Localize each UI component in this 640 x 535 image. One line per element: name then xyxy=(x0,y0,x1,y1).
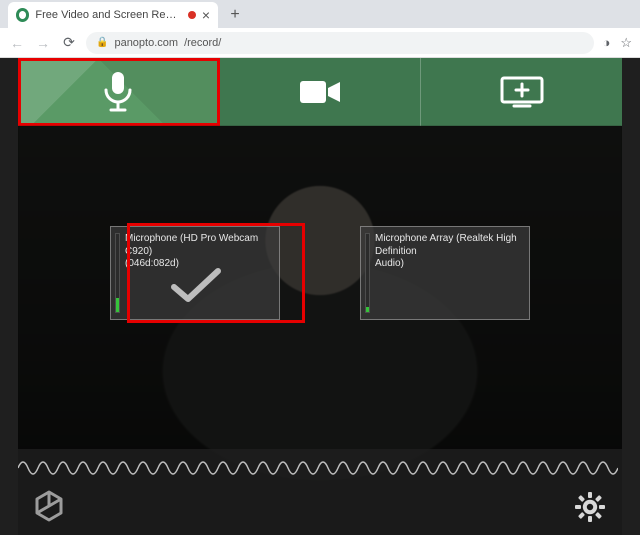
tab-strip: Free Video and Screen Reco… × + xyxy=(0,0,640,28)
recorder-app: Microphone (HD Pro Webcam C920) (046d:08… xyxy=(18,58,622,535)
browser-tab-active[interactable]: Free Video and Screen Reco… × xyxy=(8,2,218,28)
tab-favicon xyxy=(16,8,29,22)
tab-video[interactable] xyxy=(219,58,421,126)
settings-button[interactable] xyxy=(574,491,606,523)
bookmark-star-icon[interactable]: ☆ xyxy=(620,35,632,51)
audio-device-list: Microphone (HD Pro Webcam C920) (046d:08… xyxy=(18,226,622,320)
panopto-logo-icon xyxy=(32,489,66,523)
gear-icon xyxy=(574,491,606,523)
tab-title: Free Video and Screen Reco… xyxy=(35,9,181,21)
nav-reload-button[interactable]: ⟳ xyxy=(60,34,78,51)
audio-device-label: Microphone Array (Realtek High Definitio… xyxy=(375,233,521,271)
source-tabs xyxy=(18,58,622,126)
add-screen-icon xyxy=(499,75,545,109)
browser-chrome: Free Video and Screen Reco… × + ← → ⟳ 🔒 … xyxy=(0,0,640,58)
selected-check-icon xyxy=(166,265,226,305)
url-field[interactable]: 🔒 panopto.com/record/ xyxy=(86,32,594,54)
video-camera-icon xyxy=(298,77,342,107)
close-tab-icon[interactable]: × xyxy=(202,8,210,22)
lock-icon: 🔒 xyxy=(96,37,108,48)
stage: Microphone (HD Pro Webcam C920) (046d:08… xyxy=(18,126,622,535)
audio-device-card[interactable]: Microphone (HD Pro Webcam C920) (046d:08… xyxy=(110,226,280,320)
viewport: Microphone (HD Pro Webcam C920) (046d:08… xyxy=(0,58,640,535)
microphone-icon xyxy=(101,70,135,114)
url-host: panopto.com xyxy=(114,37,178,49)
audio-waveform xyxy=(18,453,618,483)
tab-audio[interactable] xyxy=(18,58,219,126)
panopto-logo-button[interactable] xyxy=(32,489,66,523)
recording-indicator-icon xyxy=(188,11,196,19)
tab-screen[interactable] xyxy=(420,58,622,126)
extension-icon[interactable]: ◑ xyxy=(602,35,610,50)
new-tab-button[interactable]: + xyxy=(224,4,246,26)
nav-forward-button[interactable]: → xyxy=(34,35,52,51)
audio-level-meter xyxy=(365,233,370,313)
url-path: /record/ xyxy=(184,37,221,49)
address-bar: ← → ⟳ 🔒 panopto.com/record/ ◑ ☆ xyxy=(0,28,640,58)
omnibar-icons: ◑ ☆ xyxy=(602,35,632,51)
footer-bar xyxy=(18,449,622,535)
nav-back-button[interactable]: ← xyxy=(8,35,26,51)
audio-device-card[interactable]: Microphone Array (Realtek High Definitio… xyxy=(360,226,530,320)
audio-level-meter xyxy=(115,233,120,313)
